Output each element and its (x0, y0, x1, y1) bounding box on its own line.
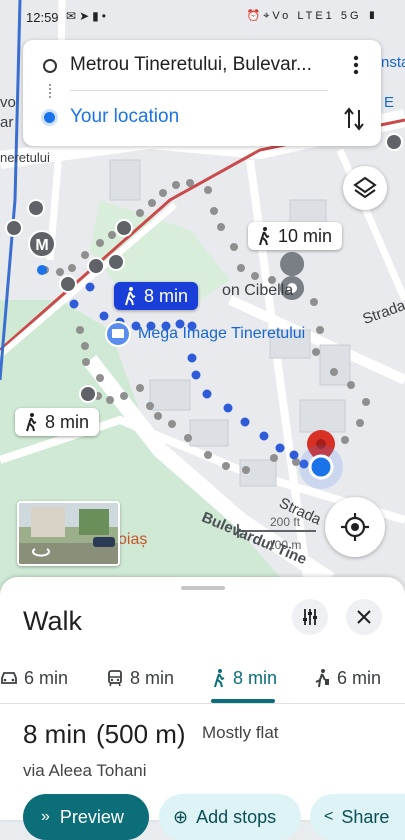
ride-icon (315, 669, 329, 688)
carrier-label: Vo LTE1 (272, 10, 335, 22)
directions-card: Metrou Tineretului, Bulevar... Your loca… (23, 40, 381, 146)
alarm-icon: ⏰ (246, 10, 264, 22)
my-location-button[interactable] (325, 497, 385, 557)
add-stops-label: Add stops (196, 806, 277, 827)
telegram-icon: ➤ (79, 9, 93, 23)
preview-icon: » (41, 808, 50, 825)
preview-label: Preview (59, 806, 124, 827)
scale-feet: 200 ft (270, 515, 301, 529)
travel-modes: 6 min 8 min 8 min 6 min (0, 659, 405, 703)
edge-label-2: ar (0, 114, 14, 131)
mode-car[interactable]: 6 min (0, 663, 68, 693)
bottom-sheet: Walk 6 min 8 min 8 min 6 min 8 min (500 … (0, 577, 405, 840)
share-icon: < (324, 808, 334, 825)
route-chip-label: 10 min (278, 225, 333, 246)
route-chip-label: 8 min (45, 411, 90, 432)
edge-label-1: vo (0, 94, 16, 111)
add-stops-button[interactable]: ⊕ Add stops (159, 794, 301, 840)
close-button[interactable] (346, 599, 382, 635)
place-label-mega-image[interactable]: Mega Image Tineretului (138, 325, 305, 343)
route-distance: (500 m) (96, 719, 186, 749)
edge-label-3: neretului (0, 150, 50, 165)
crosshair-icon (341, 513, 369, 541)
mode-label: 6 min (337, 667, 382, 688)
route-duration: 8 min (23, 719, 87, 749)
status-bar: 12:59 ✉➤▮• ⏰⌖Vo LTE1 5G ▮ (0, 0, 405, 34)
route-chip-alt-2[interactable]: 8 min (15, 408, 100, 436)
destination-row[interactable]: Your location (23, 92, 381, 146)
sheet-drag-handle[interactable] (181, 586, 225, 590)
mode-walk[interactable]: 8 min (211, 663, 277, 693)
add-stop-icon: ⊕ (173, 806, 189, 827)
my-location-dot-icon (44, 112, 55, 123)
route-terrain-note: Mostly flat (202, 723, 279, 742)
sheet-title: Walk (23, 606, 82, 636)
walk-icon (259, 227, 270, 246)
metro-marker-label: M (35, 237, 48, 254)
options-button[interactable] (292, 599, 328, 635)
transit-icon (108, 670, 122, 687)
layers-button[interactable] (343, 166, 387, 210)
modes-divider (0, 703, 405, 704)
mode-label: 6 min (24, 667, 69, 688)
preview-button[interactable]: » Preview (23, 794, 149, 840)
origin-row[interactable]: Metrou Tineretului, Bulevar... (23, 40, 381, 90)
origin-input[interactable]: Metrou Tineretului, Bulevar... (70, 54, 335, 76)
notification-icon: ✉ (66, 9, 80, 23)
scale-meters: 100 m (268, 538, 302, 552)
car-icon (1, 672, 17, 684)
route-chip-label: 8 min (144, 285, 189, 306)
mode-ride[interactable]: 6 min (313, 663, 381, 693)
share-button[interactable]: < Share (310, 794, 405, 840)
street-view-image (19, 503, 118, 564)
bag-icon: ▮ (92, 9, 102, 23)
walk-icon (26, 413, 37, 432)
origin-divider (70, 90, 328, 91)
status-time: 12:59 (26, 10, 59, 25)
street-view-thumbnail[interactable] (17, 501, 120, 566)
edge-label-right-1: nsta (381, 54, 405, 71)
route-via: via Aleea Tohani (23, 761, 147, 780)
close-icon (357, 610, 371, 624)
mode-label: 8 min (233, 667, 278, 688)
destination-input[interactable]: Your location (70, 106, 179, 128)
mode-transit[interactable]: 8 min (106, 663, 174, 693)
origin-circle-icon (43, 59, 57, 73)
more-options-icon[interactable] (349, 54, 363, 76)
dot-icon: • (101, 9, 109, 23)
tune-icon (303, 609, 317, 625)
edge-label-right-2: E (384, 94, 395, 111)
layers-icon (353, 176, 377, 199)
route-chip-selected[interactable]: 8 min (114, 282, 199, 310)
walk-icon (125, 287, 136, 306)
walk-icon (214, 669, 225, 688)
network-label: 5G (340, 10, 362, 22)
share-label: Share (341, 806, 390, 827)
route-chip-alt-1[interactable]: 10 min (248, 222, 343, 250)
place-label-cibella: on Cibella (222, 282, 294, 299)
status-notification-icons: ✉➤▮• (66, 9, 109, 23)
status-system-icons: ⏰⌖Vo LTE1 5G ▮ (247, 9, 379, 23)
mode-label: 8 min (130, 667, 175, 688)
place-label-poias: oiaș (118, 531, 148, 548)
battery-icon: ▮ (367, 10, 379, 22)
swap-icon[interactable] (343, 106, 365, 132)
